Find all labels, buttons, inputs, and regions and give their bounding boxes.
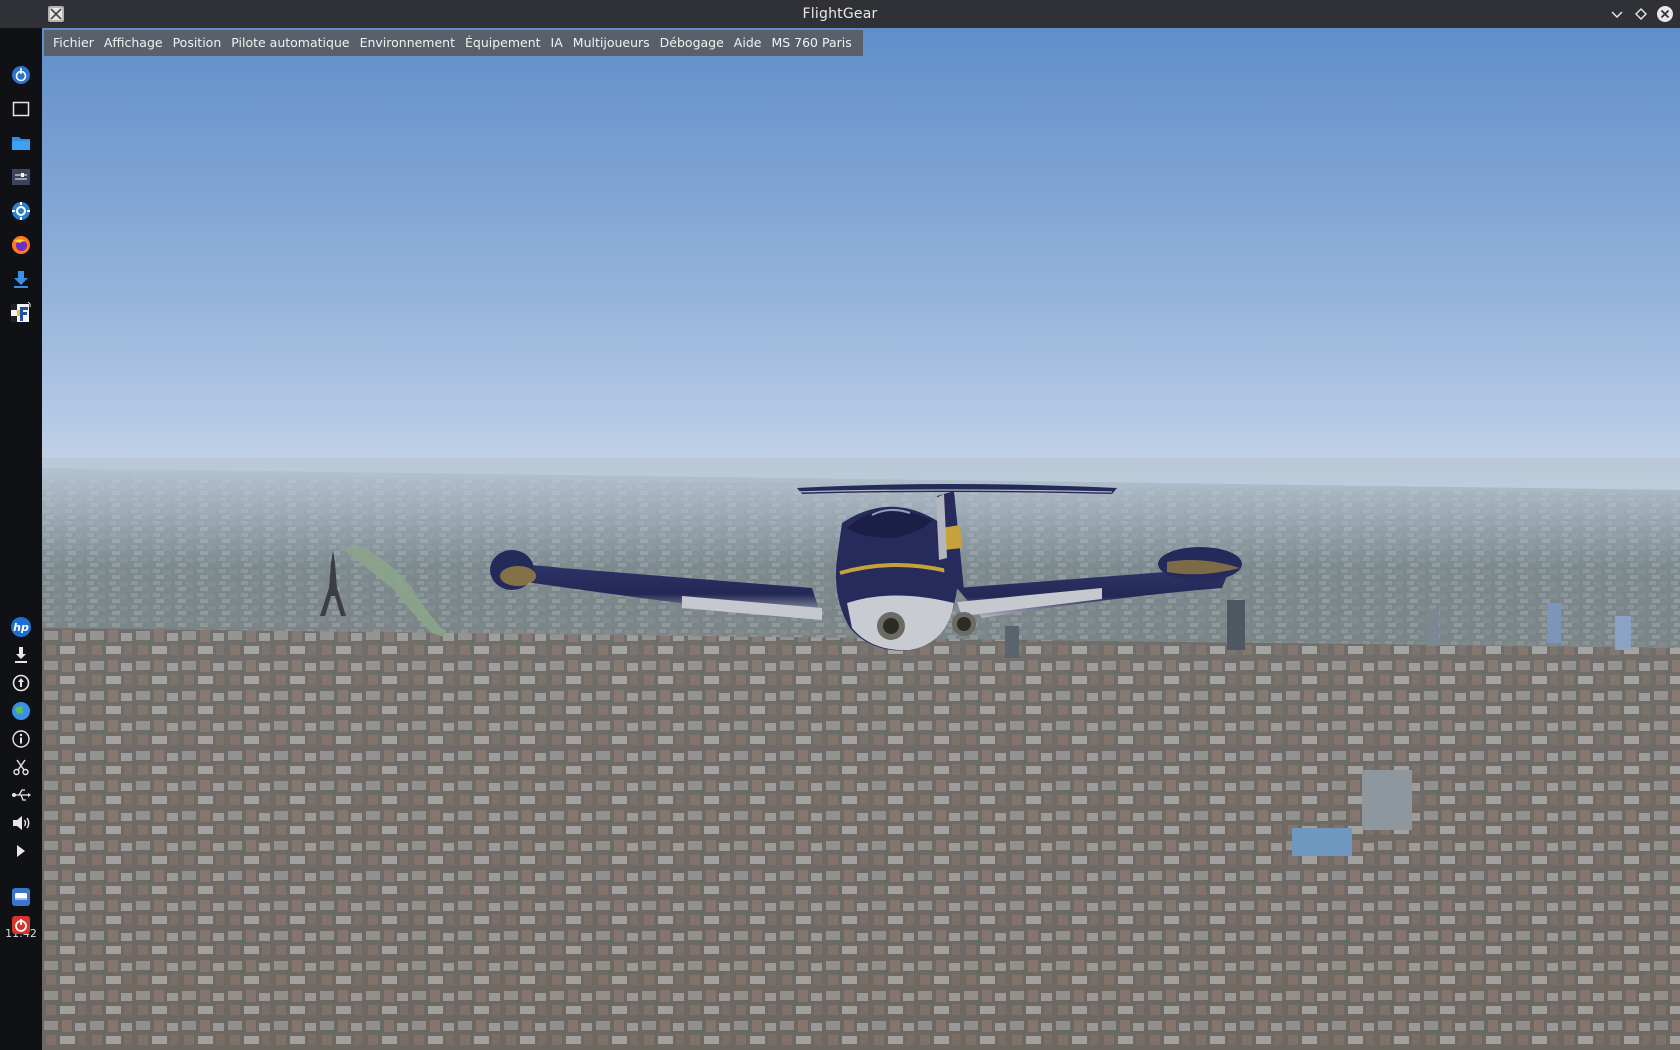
window-title: FlightGear bbox=[802, 6, 878, 22]
title-bar: FlightGear bbox=[0, 0, 1680, 28]
flightgear-app-icon[interactable] bbox=[48, 6, 64, 22]
network-icon[interactable] bbox=[10, 700, 32, 722]
close-icon bbox=[1657, 6, 1673, 22]
menu-ia[interactable]: IA bbox=[546, 30, 568, 56]
menu-multijoueurs[interactable]: Multijoueurs bbox=[568, 30, 655, 56]
file-manager-icon[interactable] bbox=[10, 132, 32, 154]
power-icon[interactable] bbox=[10, 914, 32, 936]
menu-pilote-automatique[interactable]: Pilote automatique bbox=[226, 30, 354, 56]
info-icon[interactable] bbox=[10, 728, 32, 750]
simulator-viewport[interactable] bbox=[42, 28, 1680, 1050]
left-dock-panel: hp 11:42 bbox=[0, 28, 42, 1050]
menu-affichage[interactable]: Affichage bbox=[99, 30, 168, 56]
minimize-button[interactable] bbox=[1608, 5, 1626, 23]
flight-scene bbox=[42, 28, 1680, 1050]
volume-icon[interactable] bbox=[10, 812, 32, 834]
menu-aircraft[interactable]: MS 760 Paris bbox=[766, 30, 856, 56]
menu-equipement[interactable]: Équipement bbox=[460, 30, 546, 56]
menu-environnement[interactable]: Environnement bbox=[355, 30, 460, 56]
download-icon[interactable] bbox=[10, 268, 32, 290]
chevron-down-icon bbox=[1611, 11, 1623, 19]
update-icon[interactable] bbox=[10, 672, 32, 694]
usb-download-icon[interactable] bbox=[10, 644, 32, 666]
menu-fichier[interactable]: Fichier bbox=[48, 30, 99, 56]
drive-icon[interactable] bbox=[10, 886, 32, 908]
expand-arrow-icon[interactable] bbox=[10, 840, 32, 862]
firefox-icon[interactable] bbox=[10, 234, 32, 256]
desktop-icon[interactable] bbox=[10, 98, 32, 120]
svg-text:hp: hp bbox=[13, 621, 29, 634]
usb-icon[interactable] bbox=[10, 784, 32, 806]
menu-aide[interactable]: Aide bbox=[729, 30, 767, 56]
hp-icon[interactable]: hp bbox=[10, 616, 32, 638]
system-settings-icon[interactable] bbox=[10, 200, 32, 222]
scissors-icon[interactable] bbox=[10, 756, 32, 778]
menu-debogage[interactable]: Débogage bbox=[655, 30, 729, 56]
diamond-icon bbox=[1635, 8, 1647, 20]
menu-position[interactable]: Position bbox=[168, 30, 227, 56]
maximize-button[interactable] bbox=[1632, 5, 1650, 23]
settings-panel-icon[interactable] bbox=[10, 166, 32, 188]
simulator-menu-bar: Fichier Affichage Position Pilote automa… bbox=[44, 30, 863, 56]
close-button[interactable] bbox=[1656, 5, 1674, 23]
app-launcher-icon[interactable] bbox=[10, 64, 32, 86]
flightgear-icon[interactable] bbox=[10, 301, 32, 324]
